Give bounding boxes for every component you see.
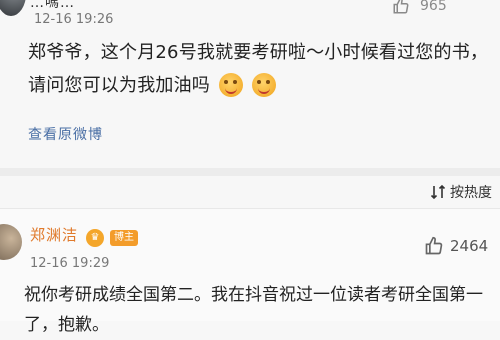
thumb-up-icon xyxy=(424,236,444,256)
comment-author[interactable]: …嗎… xyxy=(30,0,75,12)
like-count: 965 xyxy=(420,0,447,14)
vip-crown-icon: ♛ xyxy=(86,229,104,247)
view-original-link[interactable]: 查看原微博 xyxy=(28,124,103,144)
comment-text: 祝你考研成绩全国第二。我在抖音祝过一位读者考研全国第一了，抱歉。 xyxy=(24,285,483,335)
sort-bar xyxy=(0,176,500,208)
like-count: 2464 xyxy=(450,237,489,255)
comment-author[interactable]: 郑渊洁 xyxy=(30,224,78,245)
comment-text: 郑爷爷，这个月26号我就要考研啦～小时候看过您的书，请问您可以为我加油吗 xyxy=(28,36,500,102)
smile-heart-emoji-icon xyxy=(218,73,243,97)
sort-by-hot-button[interactable]: 按热度 xyxy=(430,182,492,202)
divider xyxy=(0,168,500,176)
sort-icon xyxy=(430,184,446,200)
like-button[interactable]: 2464 xyxy=(424,236,488,256)
smile-heart-emoji-icon xyxy=(251,73,276,97)
comment-time: 12-16 19:29 xyxy=(30,256,110,271)
sort-label: 按热度 xyxy=(450,185,492,201)
comment-time: 12-16 19:26 xyxy=(34,12,114,27)
author-badge: 博主 xyxy=(110,230,138,246)
thumb-up-icon xyxy=(392,0,410,15)
like-button[interactable]: 965 xyxy=(392,0,472,16)
